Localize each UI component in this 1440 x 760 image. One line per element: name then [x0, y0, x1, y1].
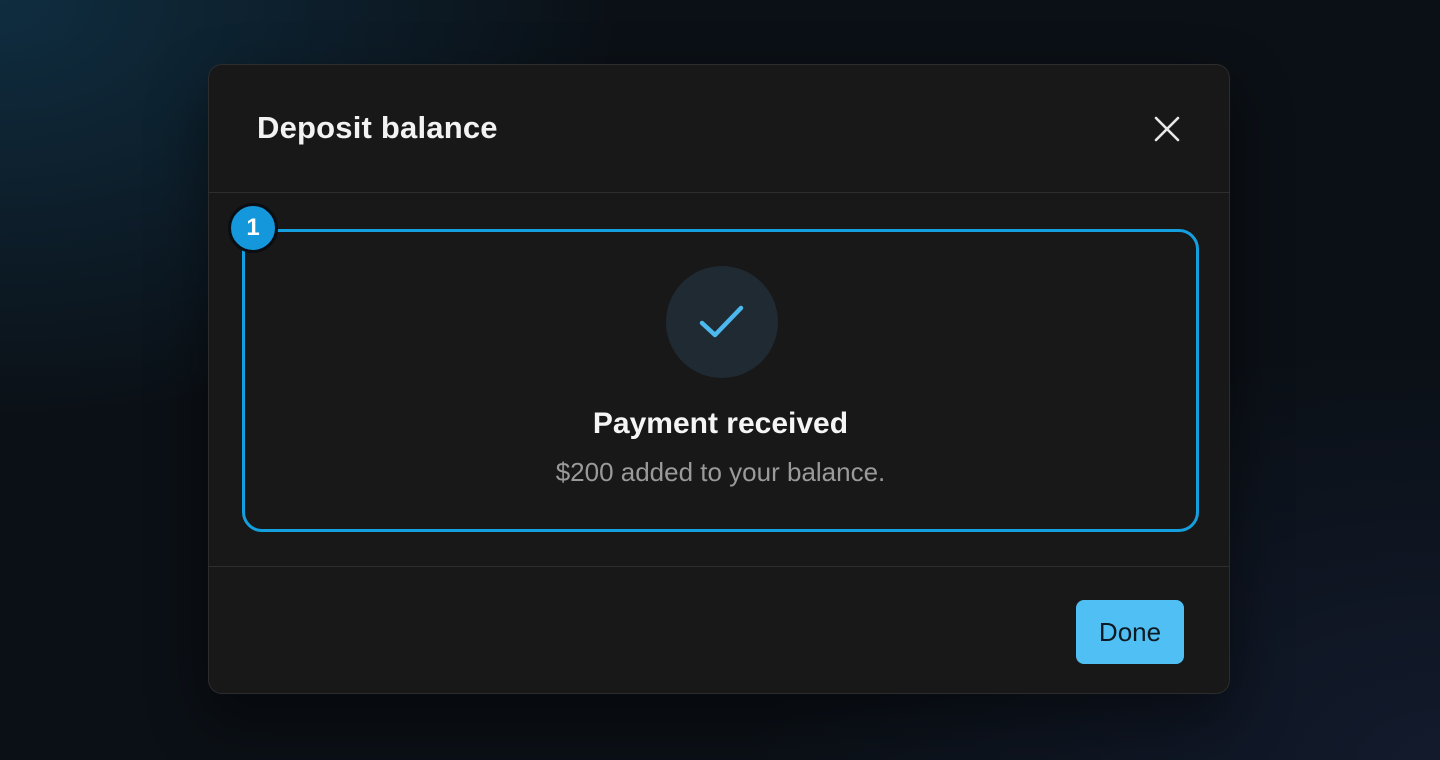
close-icon — [1154, 116, 1180, 142]
success-message: $200 added to your balance. — [555, 457, 886, 487]
step-number-badge: 1 — [228, 203, 278, 253]
dialog-title: Deposit balance — [257, 110, 498, 145]
dialog-footer: Done — [209, 566, 1229, 695]
deposit-balance-dialog: Deposit balance Payment received $200 ad… — [208, 64, 1230, 694]
done-button[interactable]: Done — [1076, 600, 1184, 664]
payment-success-panel: Payment received $200 added to your bala… — [242, 229, 1199, 532]
close-button[interactable] — [1147, 109, 1187, 149]
checkmark-icon — [699, 305, 744, 338]
dialog-header: Deposit balance — [209, 65, 1229, 193]
success-title: Payment received — [592, 407, 849, 440]
success-icon-circle — [666, 266, 778, 378]
